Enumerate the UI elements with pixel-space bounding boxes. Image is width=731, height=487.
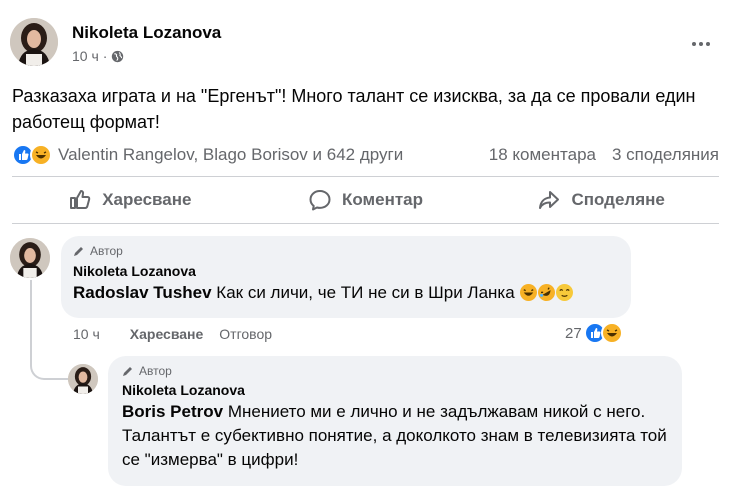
comment-reactions[interactable]: 27 — [565, 322, 623, 344]
laughing-icon — [520, 284, 538, 301]
comment-meta: 10 ч Харесване Отговор — [73, 326, 288, 342]
meta-separator: · — [102, 48, 108, 64]
comment-like-button[interactable]: Харесване — [130, 326, 204, 342]
comment-bubble: Автор Nikoleta Lozanova Radoslav Tushev … — [61, 236, 631, 318]
post-stats: 18 коментара 3 споделяния — [489, 145, 719, 165]
reply-author-name[interactable]: Nikoleta Lozanova — [122, 382, 668, 398]
author-badge-label: Автор — [139, 364, 172, 378]
post-text: Разказаха играта и на "Ергенът"! Много т… — [12, 86, 696, 132]
author-badge: Автор — [73, 244, 619, 258]
author-avatar[interactable] — [10, 18, 58, 66]
reply-author-avatar[interactable] — [68, 364, 98, 394]
author-badge: Автор — [122, 364, 668, 378]
relieved-icon — [556, 284, 574, 301]
thumbs-up-icon — [70, 190, 91, 209]
more-options-button[interactable] — [687, 30, 715, 58]
post-author-name[interactable]: Nikoleta Lozanova — [72, 23, 221, 43]
reaction-icons[interactable] — [12, 144, 52, 166]
share-label: Споделяне — [571, 190, 665, 209]
pencil-icon — [74, 247, 83, 256]
dot-icon — [706, 42, 710, 46]
reactions-summary: Valentin Rangelov, Blago Borisov и 642 д… — [12, 140, 719, 170]
comment-icon — [309, 190, 331, 211]
reply-bubble: Автор Nikoleta Lozanova Boris Petrov Мне… — [108, 356, 682, 486]
share-button[interactable]: Споделяне — [483, 177, 719, 223]
comment-text: Radoslav Tushev Как си личи, че ТИ не си… — [73, 280, 619, 305]
reactors-text[interactable]: Valentin Rangelov, Blago Borisov и 642 д… — [58, 145, 403, 165]
reply-mention[interactable]: Boris Petrov — [122, 402, 223, 421]
comment-author-name[interactable]: Nikoleta Lozanova — [73, 263, 619, 279]
author-badge-label: Автор — [90, 244, 123, 258]
comment-body: Как си личи, че ТИ не си в Шри Ланка — [211, 283, 520, 302]
globe-icon[interactable] — [111, 50, 124, 63]
rofl-icon — [535, 280, 559, 305]
comment-reaction-count: 27 — [565, 324, 582, 342]
comment-author-avatar[interactable] — [10, 238, 50, 278]
haha-icon — [600, 322, 623, 344]
reply-text: Boris Petrov Мнението ми е лично и не за… — [122, 400, 668, 472]
haha-icon — [30, 144, 52, 166]
comment-reply-button[interactable]: Отговор — [219, 326, 272, 342]
like-button[interactable]: Харесване — [12, 177, 248, 223]
comment-button[interactable]: Коментар — [248, 177, 484, 223]
post-time[interactable]: 10 ч — [72, 48, 99, 64]
comment-time[interactable]: 10 ч — [73, 326, 100, 342]
comment-mention[interactable]: Radoslav Tushev — [73, 283, 212, 302]
post-meta: 10 ч · — [72, 48, 124, 64]
pencil-icon — [123, 367, 132, 376]
post-header: Nikoleta Lozanova 10 ч · — [10, 18, 721, 70]
dot-icon — [692, 42, 696, 46]
comments-count[interactable]: 18 коментара — [489, 145, 596, 165]
dot-icon — [699, 42, 703, 46]
shares-count[interactable]: 3 споделяния — [612, 145, 719, 165]
like-label: Харесване — [102, 190, 192, 209]
comment-label: Коментар — [342, 190, 423, 209]
share-icon — [539, 191, 560, 209]
post-actions: Харесване Коментар Споделяне — [12, 176, 719, 224]
